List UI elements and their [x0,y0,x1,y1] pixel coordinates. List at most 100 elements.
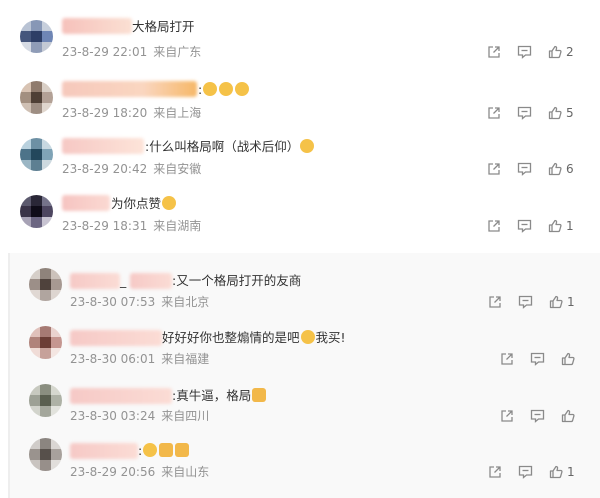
share-button[interactable] [488,295,518,309]
like-button[interactable] [561,409,579,423]
reply-text-content: 好好好你也整煽情的是吧 [162,330,300,345]
avatar[interactable] [29,438,62,471]
comment-item: 大格局打开 23-8-29 22:01 来自广东 2 [0,10,600,70]
username-blurred[interactable] [62,18,132,34]
emoji-icon [300,139,315,153]
reply-text: : [138,443,190,459]
username-blurred[interactable] [130,273,172,289]
share-button[interactable] [488,465,518,479]
reply-location: 来自四川 [161,409,210,423]
comment-actions: 1 [487,218,574,234]
reply-button[interactable] [517,45,548,59]
comment-item: : 23-8-29 18:20 来自上海 5 [0,72,600,132]
like-icon [548,106,562,120]
reply-date: 23-8-30 07:53 [70,295,156,309]
avatar[interactable] [20,81,53,114]
comment-meta: 23-8-29 18:20 来自上海 [62,106,201,120]
comment-meta: 23-8-29 22:01 来自广东 [62,45,201,59]
share-button[interactable] [487,106,517,120]
reply-button[interactable] [518,465,549,479]
like-button[interactable] [561,352,579,366]
reply-location: 来自北京 [161,295,210,309]
avatar[interactable] [20,138,53,171]
username-blurred[interactable] [70,388,172,404]
reply-button[interactable] [517,162,548,176]
comment-text-content: : [198,82,203,97]
share-button[interactable] [487,219,517,233]
avatar[interactable] [20,20,53,53]
avatar[interactable] [29,326,62,359]
reply-text: 好好好你也整煽情的是吧 我买! [162,330,346,346]
like-button[interactable]: 1 [548,219,574,233]
comment-text: :什么叫格局啊（战术后仰） [145,139,315,155]
thumbs-up-icon [252,388,267,402]
like-count: 2 [566,45,574,59]
like-count: 6 [566,162,574,176]
share-icon [489,296,501,308]
like-count: 5 [566,106,574,120]
like-icon [561,409,575,423]
comment-text-content: :什么叫格局啊（战术后仰） [145,139,300,154]
username-blurred[interactable] [70,330,162,346]
reply-date: 23-8-30 06:01 [70,352,156,366]
share-button[interactable] [487,45,517,59]
share-icon [489,466,501,478]
like-count: 1 [567,295,575,309]
username-blurred[interactable] [62,81,197,97]
username-blurred[interactable] [62,195,110,211]
comment-location: 来自湖南 [153,219,202,233]
reply-text: :又一个格局打开的友商 [172,273,301,289]
like-button[interactable]: 1 [549,295,575,309]
emoji-icon [162,196,177,210]
comment-icon [530,352,545,366]
reply-date: 23-8-29 20:56 [70,465,156,479]
share-icon [488,163,500,175]
share-icon [488,220,500,232]
like-button[interactable]: 5 [548,106,574,120]
comment-icon [517,162,532,176]
username-blurred[interactable] [62,138,144,154]
like-icon [549,465,563,479]
reply-text-content: : [138,443,143,458]
like-button[interactable]: 6 [548,162,574,176]
reply-button[interactable] [517,106,548,120]
reply-actions: 1 [488,464,575,480]
comment-text-content: 为你点赞 [111,196,162,211]
reply-button[interactable] [530,352,561,366]
comment-date: 23-8-29 18:31 [62,219,148,233]
thumbs-up-icon [175,443,190,457]
comment-text: 为你点赞 [111,196,177,212]
username-blurred[interactable] [70,273,120,289]
share-button[interactable] [500,352,530,366]
comment-actions: 5 [487,105,574,121]
avatar[interactable] [29,268,62,301]
avatar[interactable] [20,195,53,228]
share-button[interactable] [487,162,517,176]
reply-button[interactable] [518,295,549,309]
reply-item: 好好好你也整煽情的是吧 我买! 23-8-30 06:01 来自福建 [0,322,600,382]
comment-location: 来自安徽 [153,162,202,176]
reply-username-separator: _ [120,273,126,289]
comment-text: 大格局打开 [132,19,195,35]
comment-icon [517,219,532,233]
comment-item: 为你点赞 23-8-29 18:31 来自湖南 1 [0,187,600,247]
comment-item: :什么叫格局啊（战术后仰） 23-8-29 20:42 来自安徽 6 [0,130,600,190]
comment-icon [517,106,532,120]
like-button[interactable]: 1 [549,465,575,479]
share-icon [488,107,500,119]
like-button[interactable]: 2 [548,45,574,59]
comment-icon [518,295,533,309]
comment-meta: 23-8-29 20:42 来自安徽 [62,162,201,176]
avatar[interactable] [29,384,62,417]
like-icon [548,219,562,233]
comment-icon [517,45,532,59]
emoji-icon [219,82,234,96]
username-blurred[interactable] [70,443,138,459]
like-count: 1 [566,219,574,233]
share-button[interactable] [500,409,530,423]
like-icon [548,162,562,176]
reply-button[interactable] [517,219,548,233]
comment-icon [530,409,545,423]
reply-text-tail: 我买! [315,330,346,345]
reply-button[interactable] [530,409,561,423]
